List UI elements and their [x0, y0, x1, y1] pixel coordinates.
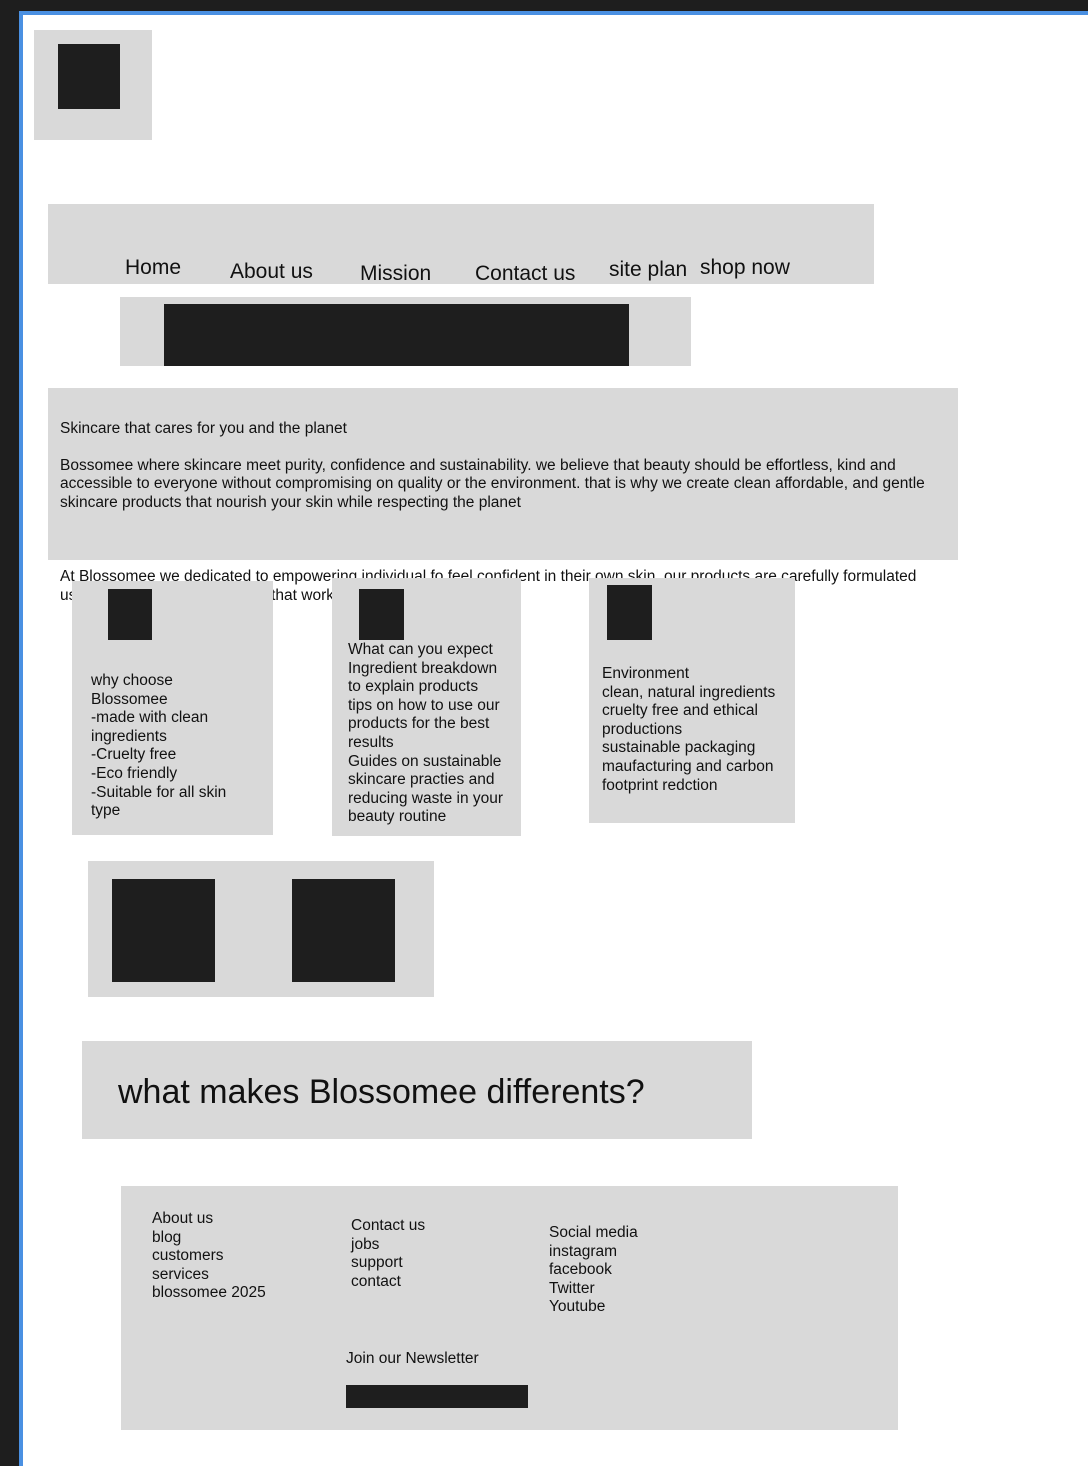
footer-link-twitter[interactable]: Twitter: [549, 1280, 638, 1299]
headline-section: what makes Blossomee differents?: [82, 1041, 752, 1139]
footer-social-heading: Social media: [549, 1224, 638, 1241]
footer-copyright: blossomee 2025: [152, 1284, 266, 1302]
footer: About us blog customers services blossom…: [121, 1186, 898, 1430]
footer-link-instagram[interactable]: instagram: [549, 1243, 638, 1262]
feature-card-what-to-expect: What can you expect Ingredient breakdown…: [332, 578, 521, 836]
nav-item-mission[interactable]: Mission: [360, 262, 431, 286]
logo-image-placeholder: [58, 44, 120, 109]
gallery-image-placeholder: [292, 879, 395, 982]
footer-column-company: About us blog customers services blossom…: [152, 1210, 266, 1303]
image-gallery: [88, 861, 434, 997]
nav-item-site-plan[interactable]: site plan: [609, 258, 687, 282]
footer-link-youtube[interactable]: Youtube: [549, 1298, 638, 1317]
intro-paragraph-1: Bossomee where skincare meet purity, con…: [60, 456, 925, 511]
card-image-placeholder: [108, 589, 152, 640]
card-image-placeholder: [359, 589, 404, 640]
logo-container[interactable]: [34, 30, 152, 140]
footer-column-social: Social media instagram facebook Twitter …: [549, 1224, 638, 1317]
footer-link-support[interactable]: support: [351, 1254, 425, 1273]
card-text: Environment clean, natural ingredients c…: [602, 665, 776, 794]
page: Home About us Mission Contact us site pl…: [23, 15, 1088, 1466]
headline-text: what makes Blossomee differents?: [118, 1073, 645, 1111]
nav-item-about-us[interactable]: About us: [230, 260, 313, 284]
nav-item-shop-now[interactable]: shop now: [700, 256, 790, 280]
footer-link-services[interactable]: services: [152, 1266, 266, 1285]
footer-link-blog[interactable]: blog: [152, 1229, 266, 1248]
hero-banner-placeholder: [164, 304, 629, 366]
feature-card-environment: Environment clean, natural ingredients c…: [589, 578, 795, 823]
footer-column-contact: Contact us jobs support contact: [351, 1217, 425, 1291]
footer-link-contact[interactable]: contact: [351, 1273, 425, 1292]
footer-link-facebook[interactable]: facebook: [549, 1261, 638, 1280]
feature-card-why-choose: why choose Blossomee -made with clean in…: [72, 581, 273, 835]
newsletter-label: Join our Newsletter: [346, 1350, 479, 1367]
footer-link-jobs[interactable]: jobs: [351, 1236, 425, 1255]
card-text: why choose Blossomee -made with clean in…: [91, 672, 227, 820]
footer-link-contact-us[interactable]: Contact us: [351, 1217, 425, 1236]
nav-item-home[interactable]: Home: [125, 256, 181, 280]
card-image-placeholder: [607, 585, 652, 640]
gallery-image-placeholder: [112, 879, 215, 982]
card-text: What can you expect Ingredient breakdown…: [348, 641, 504, 826]
nav-item-contact-us[interactable]: Contact us: [475, 262, 575, 286]
hero-banner-container: [120, 297, 691, 366]
newsletter-input[interactable]: [346, 1385, 528, 1408]
footer-link-customers[interactable]: customers: [152, 1247, 266, 1266]
intro-heading: Skincare that cares for you and the plan…: [60, 419, 347, 437]
intro-section: Skincare that cares for you and the plan…: [48, 388, 958, 604]
nav-bar: Home About us Mission Contact us site pl…: [48, 204, 874, 286]
footer-link-about-us[interactable]: About us: [152, 1210, 266, 1229]
